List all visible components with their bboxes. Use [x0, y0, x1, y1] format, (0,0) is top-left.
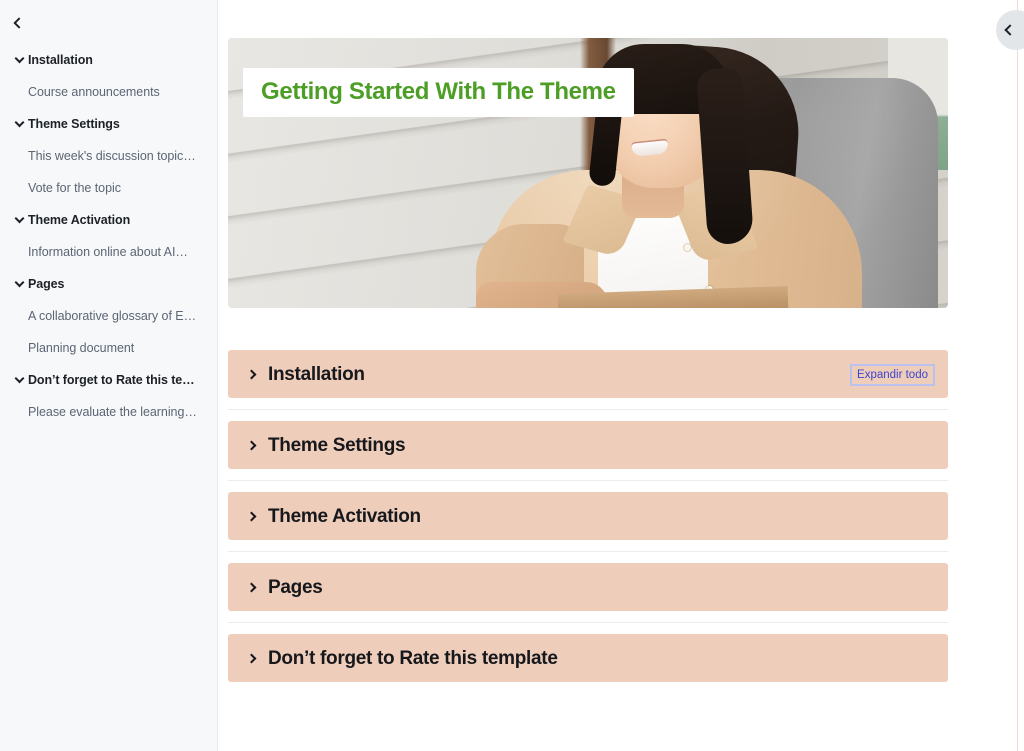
sidebar-section-pages[interactable]: Pages [0, 268, 218, 300]
accordion-section-title: Theme Activation [268, 505, 421, 527]
sidebar-section-theme-settings[interactable]: Theme Settings [0, 108, 218, 140]
sidebar-item-label: Planning document [28, 341, 135, 355]
expand-all-link[interactable]: Expandir todo [850, 364, 935, 386]
accordion-header-theme-settings[interactable]: Theme Settings [228, 421, 948, 469]
sidebar-item-label: Don’t forget to Rate this te… [28, 373, 195, 387]
sidebar-item-planning-document[interactable]: Planning document [0, 332, 218, 364]
accordion-section-title: Installation [268, 363, 365, 385]
accordion-spacer [228, 611, 948, 622]
accordion-spacer [228, 481, 948, 492]
chevron-right-icon [244, 579, 260, 595]
sidebar-item-label: Pages [28, 277, 65, 291]
course-index-sidebar: Installation Course announcements Theme Se… [0, 0, 218, 751]
chevron-right-icon [244, 508, 260, 524]
accordion-item: Don’t forget to Rate this template [228, 634, 948, 682]
sidebar-section-theme-activation[interactable]: Theme Activation [0, 204, 218, 236]
accordion-spacer [228, 540, 948, 551]
page-title: Getting Started With The Theme [261, 78, 616, 105]
accordion-item: Theme Activation [228, 492, 948, 540]
chevron-left-icon [1004, 24, 1016, 36]
sidebar-item-a-collaborative-glossary-of-[interactable]: A collaborative glossary of E… [0, 300, 218, 332]
sidebar-item-label: Theme Activation [28, 213, 131, 227]
sidebar-item-label: Installation [28, 53, 93, 67]
course-sections-accordion: Installation Expandir todo Theme Settings T… [228, 350, 948, 682]
sidebar-section-installation[interactable]: Installation [0, 44, 218, 76]
sidebar-item-label: Information online about AI… [28, 245, 188, 259]
accordion-section-title: Pages [268, 576, 323, 598]
chevron-down-icon [10, 108, 28, 140]
accordion-spacer [228, 552, 948, 563]
sidebar-item-course-announcements[interactable]: Course announcements [0, 76, 218, 108]
course-index-nav: Installation Course announcements Theme Se… [0, 44, 218, 428]
course-page: Installation Course announcements Theme Se… [0, 0, 1024, 751]
accordion-spacer [228, 410, 948, 421]
chevron-down-icon [10, 364, 28, 396]
course-banner-image: Getting Started With The Theme [228, 38, 948, 308]
accordion-item: Pages [228, 563, 948, 611]
accordion-spacer [228, 623, 948, 634]
accordion-spacer [228, 469, 948, 480]
shirt-button [684, 244, 691, 251]
chevron-left-icon [12, 17, 25, 29]
accordion-section-title: Theme Settings [268, 434, 406, 456]
sidebar-item-this-week-s-discussion-topic[interactable]: This week's discussion topic… [0, 140, 218, 172]
accordion-item: Theme Settings [228, 421, 948, 469]
sidebar-item-label: This week's discussion topic… [28, 149, 196, 163]
accordion-item: Installation Expandir todo [228, 350, 948, 398]
accordion-header-theme-activation[interactable]: Theme Activation [228, 492, 948, 540]
banner-title-box: Getting Started With The Theme [243, 68, 634, 118]
chevron-down-icon [10, 268, 28, 300]
expand-all-wrapper: Expandir todo [850, 364, 935, 386]
block-drawer-toggle-button[interactable] [996, 10, 1024, 50]
chevron-down-icon [10, 44, 28, 76]
sidebar-item-label: Please evaluate the learning… [28, 405, 197, 419]
sidebar-item-label: Course announcements [28, 85, 160, 99]
accordion-header-pages[interactable]: Pages [228, 563, 948, 611]
sidebar-section-don-t-forget-to-rate-this-te[interactable]: Don’t forget to Rate this te… [0, 364, 218, 396]
accordion-header-don-t-forget-to-rate-this-temp[interactable]: Don’t forget to Rate this template [228, 634, 948, 682]
accordion-section-title: Don’t forget to Rate this template [268, 647, 558, 669]
sidebar-item-label: A collaborative glossary of E… [28, 309, 197, 323]
sidebar-item-label: Vote for the topic [28, 181, 121, 195]
course-main-content: Getting Started With The Theme Installat… [218, 0, 1024, 751]
sidebar-item-information-online-about-ai[interactable]: Information online about AI… [0, 236, 218, 268]
chevron-right-icon [244, 437, 260, 453]
right-edge-rule [1017, 0, 1018, 751]
accordion-header-installation[interactable]: Installation Expandir todo [228, 350, 948, 398]
sidebar-item-vote-for-the-topic[interactable]: Vote for the topic [0, 172, 218, 204]
sidebar-item-please-evaluate-the-learning[interactable]: Please evaluate the learning… [0, 396, 218, 428]
sidebar-collapse-button[interactable] [4, 10, 30, 36]
chevron-right-icon [244, 366, 260, 382]
chevron-right-icon [244, 650, 260, 666]
accordion-spacer [228, 398, 948, 409]
sidebar-item-label: Theme Settings [28, 117, 120, 131]
chevron-down-icon [10, 204, 28, 236]
